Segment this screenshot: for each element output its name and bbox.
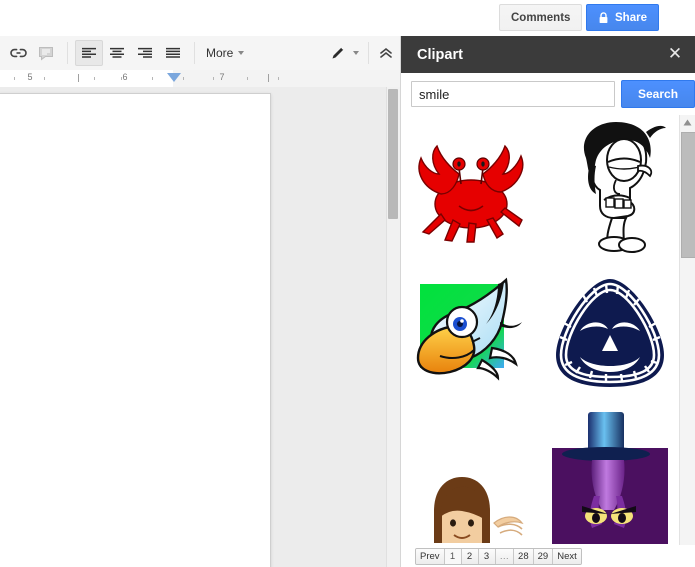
collapse-toolbar-button[interactable] bbox=[372, 41, 400, 65]
pagination-page-3[interactable]: 3 bbox=[478, 548, 496, 564]
ruler-number: 7 bbox=[219, 72, 225, 82]
clipart-scrollbar-thumb[interactable] bbox=[681, 132, 695, 258]
cartoon-face-illustration bbox=[583, 121, 666, 253]
clipart-search-row: Search bbox=[401, 73, 695, 115]
toolbar-group-insert bbox=[0, 36, 64, 70]
left-indent-marker[interactable] bbox=[167, 73, 181, 82]
crab-illustration bbox=[417, 144, 523, 243]
horizontal-ruler[interactable]: 5 6 7 bbox=[0, 70, 400, 88]
pagination-page-2[interactable]: 2 bbox=[461, 548, 479, 564]
clipart-red-crab[interactable] bbox=[401, 115, 540, 260]
pagination-page-1[interactable]: 1 bbox=[444, 548, 462, 564]
align-right-icon bbox=[138, 47, 152, 58]
navy-mask-illustration bbox=[555, 278, 664, 387]
chevron-up-icon bbox=[683, 119, 692, 126]
comments-button[interactable]: Comments bbox=[499, 4, 583, 31]
pagination-next[interactable]: Next bbox=[553, 548, 581, 564]
clipart-results-area bbox=[401, 115, 679, 547]
clipart-search-input[interactable] bbox=[411, 81, 615, 107]
formatting-toolbar: More bbox=[0, 36, 400, 71]
align-justify-button[interactable] bbox=[159, 40, 187, 66]
ruler-margin-area bbox=[0, 70, 173, 87]
comments-button-label: Comments bbox=[511, 11, 571, 24]
add-comment-button[interactable] bbox=[32, 40, 60, 66]
clipart-navy-mask[interactable] bbox=[540, 260, 679, 405]
ruler-body-area bbox=[173, 70, 400, 87]
clipart-panel: Clipart ✕ Search bbox=[400, 36, 695, 567]
share-button-label: Share bbox=[615, 11, 647, 24]
align-left-button[interactable] bbox=[75, 40, 103, 66]
pagination-page-29[interactable]: 29 bbox=[533, 548, 554, 564]
clipart-search-button[interactable]: Search bbox=[621, 80, 695, 108]
pagination-ellipsis: … bbox=[495, 548, 515, 564]
document-actions-bar: Comments Share bbox=[0, 0, 695, 36]
align-left-icon bbox=[82, 47, 96, 58]
google-docs-window: Comments Share More 5 6 7 Clipart ✕ smil… bbox=[0, 0, 695, 567]
align-right-button[interactable] bbox=[131, 40, 159, 66]
scroll-up-arrow-icon[interactable] bbox=[681, 116, 694, 129]
pagination-group: Prev 1 2 3 … 28 29 Next bbox=[415, 547, 582, 565]
document-canvas bbox=[0, 87, 401, 567]
document-page[interactable] bbox=[0, 93, 271, 567]
pagination-page-28[interactable]: 28 bbox=[514, 548, 534, 564]
chevron-down-icon bbox=[353, 51, 359, 55]
ruler-number: 5 bbox=[27, 72, 33, 82]
person-illustration bbox=[433, 476, 524, 543]
clipart-panel-title: Clipart bbox=[417, 46, 463, 63]
document-scrollbar-thumb[interactable] bbox=[388, 89, 398, 219]
lock-icon bbox=[599, 11, 608, 23]
bird-head-illustration bbox=[416, 277, 522, 381]
insert-link-button[interactable] bbox=[4, 40, 32, 66]
clipart-panel-header: Clipart ✕ bbox=[401, 36, 695, 73]
clipart-search-button-label: Search bbox=[638, 87, 679, 101]
pagination-prev[interactable]: Prev bbox=[416, 548, 445, 564]
clipart-grid bbox=[401, 115, 679, 547]
more-options-button[interactable]: More bbox=[198, 41, 252, 65]
clipart-bird-head[interactable] bbox=[401, 260, 540, 405]
toolbar-divider bbox=[368, 42, 369, 64]
pencil-icon bbox=[332, 47, 344, 59]
align-justify-icon bbox=[166, 47, 180, 58]
clipart-brown-hair-person[interactable] bbox=[401, 405, 540, 547]
double-chevron-up-icon bbox=[380, 47, 392, 58]
align-center-button[interactable] bbox=[103, 40, 131, 66]
clipart-pagination: Prev 1 2 3 … 28 29 Next bbox=[401, 545, 695, 567]
toolbar-group-align bbox=[71, 36, 191, 70]
link-icon bbox=[9, 48, 27, 58]
close-icon[interactable]: ✕ bbox=[666, 45, 684, 63]
toolbar-divider bbox=[67, 42, 68, 64]
editing-mode-button[interactable] bbox=[323, 41, 365, 65]
chevron-down-icon bbox=[238, 51, 245, 55]
ruler-number: 6 bbox=[122, 72, 128, 82]
comment-icon bbox=[39, 46, 53, 60]
more-options-label: More bbox=[206, 46, 234, 60]
toolbar-divider bbox=[194, 42, 195, 64]
clipart-purple-tophat-character[interactable] bbox=[540, 405, 679, 547]
align-center-icon bbox=[110, 47, 124, 58]
share-button[interactable]: Share bbox=[586, 4, 659, 31]
clipart-cartoon-face[interactable] bbox=[540, 115, 679, 260]
tophat-character-illustration bbox=[551, 411, 668, 544]
